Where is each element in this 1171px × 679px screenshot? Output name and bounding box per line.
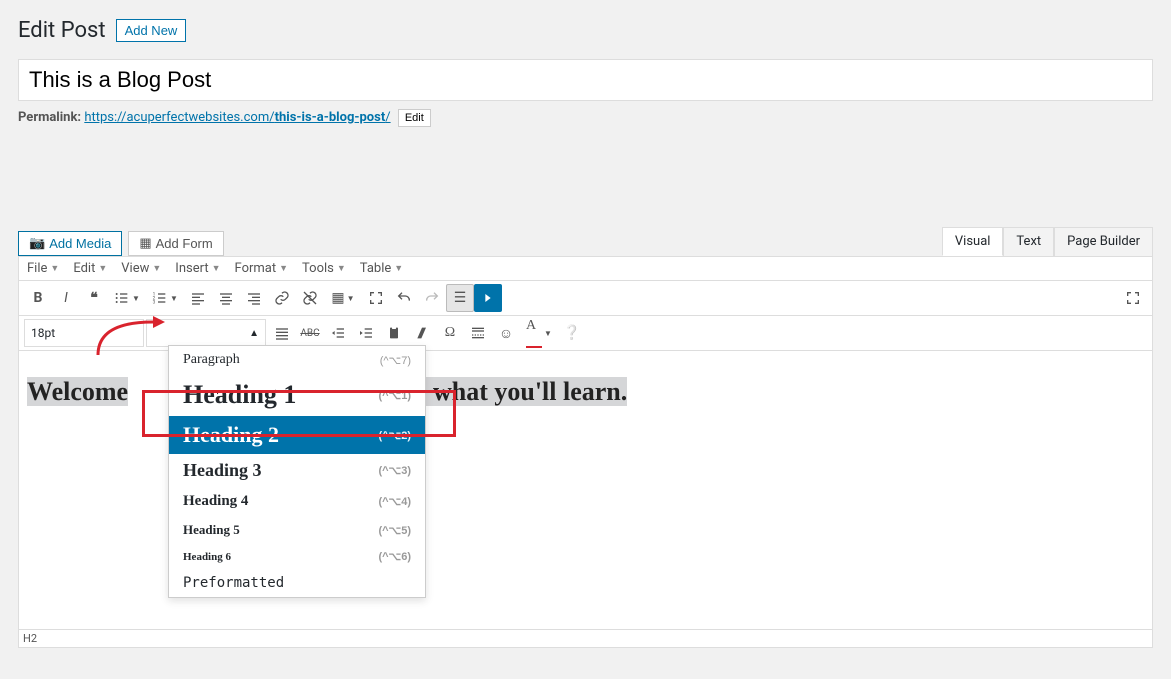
paragraph-format-select[interactable]: ▲ bbox=[146, 319, 266, 347]
emoji-button[interactable]: ☺ bbox=[492, 319, 520, 347]
permalink-label: Permalink: bbox=[18, 110, 81, 125]
format-option-h4[interactable]: Heading 4(^⌥4) bbox=[169, 487, 425, 516]
italic-button[interactable]: I bbox=[52, 284, 80, 312]
format-option-h5[interactable]: Heading 5(^⌥5) bbox=[169, 516, 425, 544]
unlink-button[interactable] bbox=[296, 284, 324, 312]
redo-button[interactable] bbox=[418, 284, 446, 312]
format-option-h6[interactable]: Heading 6(^⌥6) bbox=[169, 544, 425, 569]
add-new-button[interactable]: Add New bbox=[116, 19, 187, 42]
permalink-link[interactable]: https://acuperfectwebsites.com/this-is-a… bbox=[84, 110, 390, 125]
add-form-button[interactable]: ▦ Add Form bbox=[128, 231, 223, 256]
permalink-base: https://acuperfectwebsites.com/ bbox=[84, 110, 274, 125]
read-more-button[interactable] bbox=[464, 319, 492, 347]
blockquote-button[interactable]: ❝ bbox=[80, 284, 108, 312]
svg-text:3: 3 bbox=[153, 299, 156, 305]
tab-page-builder[interactable]: Page Builder bbox=[1054, 227, 1153, 256]
clear-formatting-button[interactable] bbox=[408, 319, 436, 347]
menu-table[interactable]: Table▼ bbox=[360, 261, 403, 276]
help-button[interactable]: ❔ bbox=[558, 319, 586, 347]
permalink-slug: this-is-a-blog-post bbox=[275, 110, 386, 125]
special-char-button[interactable]: Ω bbox=[436, 319, 464, 347]
media-icon: 📷 bbox=[29, 235, 45, 251]
add-form-label: Add Form bbox=[156, 236, 213, 251]
add-media-label: Add Media bbox=[49, 236, 111, 251]
menu-file[interactable]: File▼ bbox=[27, 261, 59, 276]
content-text-b: e is what you'll learn. bbox=[391, 377, 627, 406]
permalink-edit-button[interactable]: Edit bbox=[398, 109, 431, 127]
link-button[interactable] bbox=[268, 284, 296, 312]
menu-tools[interactable]: Tools▼ bbox=[302, 261, 346, 276]
text-color-button[interactable]: A▼ bbox=[520, 319, 558, 347]
menu-insert[interactable]: Insert▼ bbox=[175, 261, 220, 276]
tab-visual[interactable]: Visual bbox=[942, 227, 1004, 256]
paste-text-button[interactable] bbox=[380, 319, 408, 347]
format-option-pre[interactable]: Preformatted bbox=[169, 569, 425, 597]
add-media-button[interactable]: 📷 Add Media bbox=[18, 231, 122, 256]
page-title: Edit Post bbox=[18, 18, 106, 43]
indent-button[interactable] bbox=[352, 319, 380, 347]
outdent-button[interactable] bbox=[324, 319, 352, 347]
form-icon: ▦ bbox=[139, 235, 151, 251]
strikethrough-button[interactable]: ABC bbox=[296, 319, 324, 347]
fullscreen-button[interactable] bbox=[362, 284, 390, 312]
align-left-button[interactable] bbox=[184, 284, 212, 312]
table-insert-button[interactable]: ▦▼ bbox=[324, 284, 362, 312]
bold-button[interactable]: B bbox=[24, 284, 52, 312]
toolbar-row-2: 18pt ▲ ABC Ω ☺ A▼ ❔ Paragraph(^⌥7) Headi… bbox=[18, 315, 1153, 350]
menu-view[interactable]: View▼ bbox=[121, 261, 161, 276]
undo-button[interactable] bbox=[390, 284, 418, 312]
format-dropdown: Paragraph(^⌥7) Heading 1(^⌥1) Heading 2(… bbox=[168, 345, 426, 598]
numbered-list-button[interactable]: 123▼ bbox=[146, 284, 184, 312]
format-option-paragraph[interactable]: Paragraph(^⌥7) bbox=[169, 346, 425, 374]
font-size-value: 18pt bbox=[31, 326, 55, 340]
toolbar-row-1: B I ❝ ▼ 123▼ ▦▼ ☰ bbox=[18, 280, 1153, 315]
distraction-free-button[interactable] bbox=[1119, 284, 1147, 312]
tab-text[interactable]: Text bbox=[1003, 227, 1054, 256]
font-size-select[interactable]: 18pt bbox=[24, 319, 144, 347]
permalink-trail: / bbox=[385, 110, 390, 125]
menu-edit[interactable]: Edit▼ bbox=[73, 261, 107, 276]
status-path: H2 bbox=[23, 632, 37, 645]
divi-button[interactable] bbox=[474, 284, 502, 312]
align-justify-button[interactable] bbox=[268, 319, 296, 347]
status-bar: H2 bbox=[18, 630, 1153, 648]
editor-menubar: File▼ Edit▼ View▼ Insert▼ Format▼ Tools▼… bbox=[18, 256, 1153, 280]
toolbar-toggle-button[interactable]: ☰ bbox=[446, 284, 474, 312]
format-option-h2[interactable]: Heading 2(^⌥2) bbox=[169, 416, 425, 454]
format-option-h3[interactable]: Heading 3(^⌥3) bbox=[169, 454, 425, 487]
align-center-button[interactable] bbox=[212, 284, 240, 312]
menu-format[interactable]: Format▼ bbox=[235, 261, 289, 276]
bulleted-list-button[interactable]: ▼ bbox=[108, 284, 146, 312]
permalink-row: Permalink: https://acuperfectwebsites.co… bbox=[18, 109, 1153, 127]
format-option-h1[interactable]: Heading 1(^⌥1) bbox=[169, 374, 425, 416]
post-title-input[interactable] bbox=[18, 59, 1153, 101]
align-right-button[interactable] bbox=[240, 284, 268, 312]
content-text-a: Welcome bbox=[27, 377, 128, 406]
